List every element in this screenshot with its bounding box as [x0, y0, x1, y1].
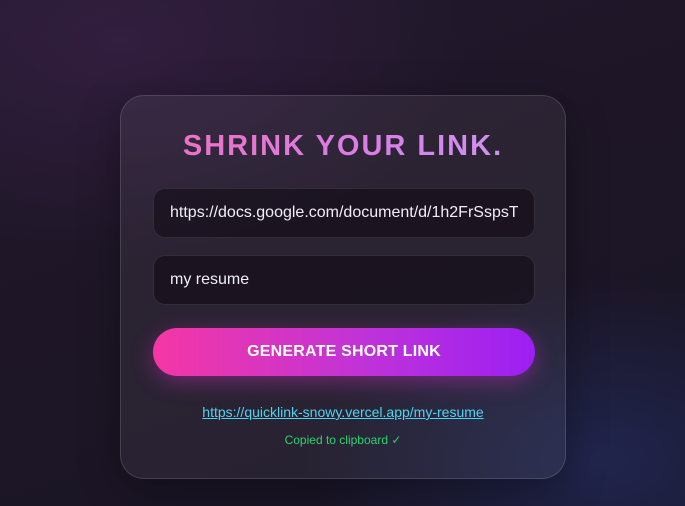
page-title: SHRINK YOUR LINK.: [121, 130, 565, 163]
copied-status: Copied to clipboard ✓: [121, 433, 565, 447]
generate-short-link-button[interactable]: GENERATE SHORT LINK: [153, 328, 535, 376]
short-link[interactable]: https://quicklink-snowy.vercel.app/my-re…: [121, 404, 565, 420]
check-icon: ✓: [391, 433, 402, 447]
url-input[interactable]: [153, 188, 535, 238]
alias-input[interactable]: [153, 255, 535, 305]
shortener-card: SHRINK YOUR LINK. GENERATE SHORT LINK ht…: [120, 95, 566, 479]
copied-status-text: Copied to clipboard: [284, 433, 388, 447]
